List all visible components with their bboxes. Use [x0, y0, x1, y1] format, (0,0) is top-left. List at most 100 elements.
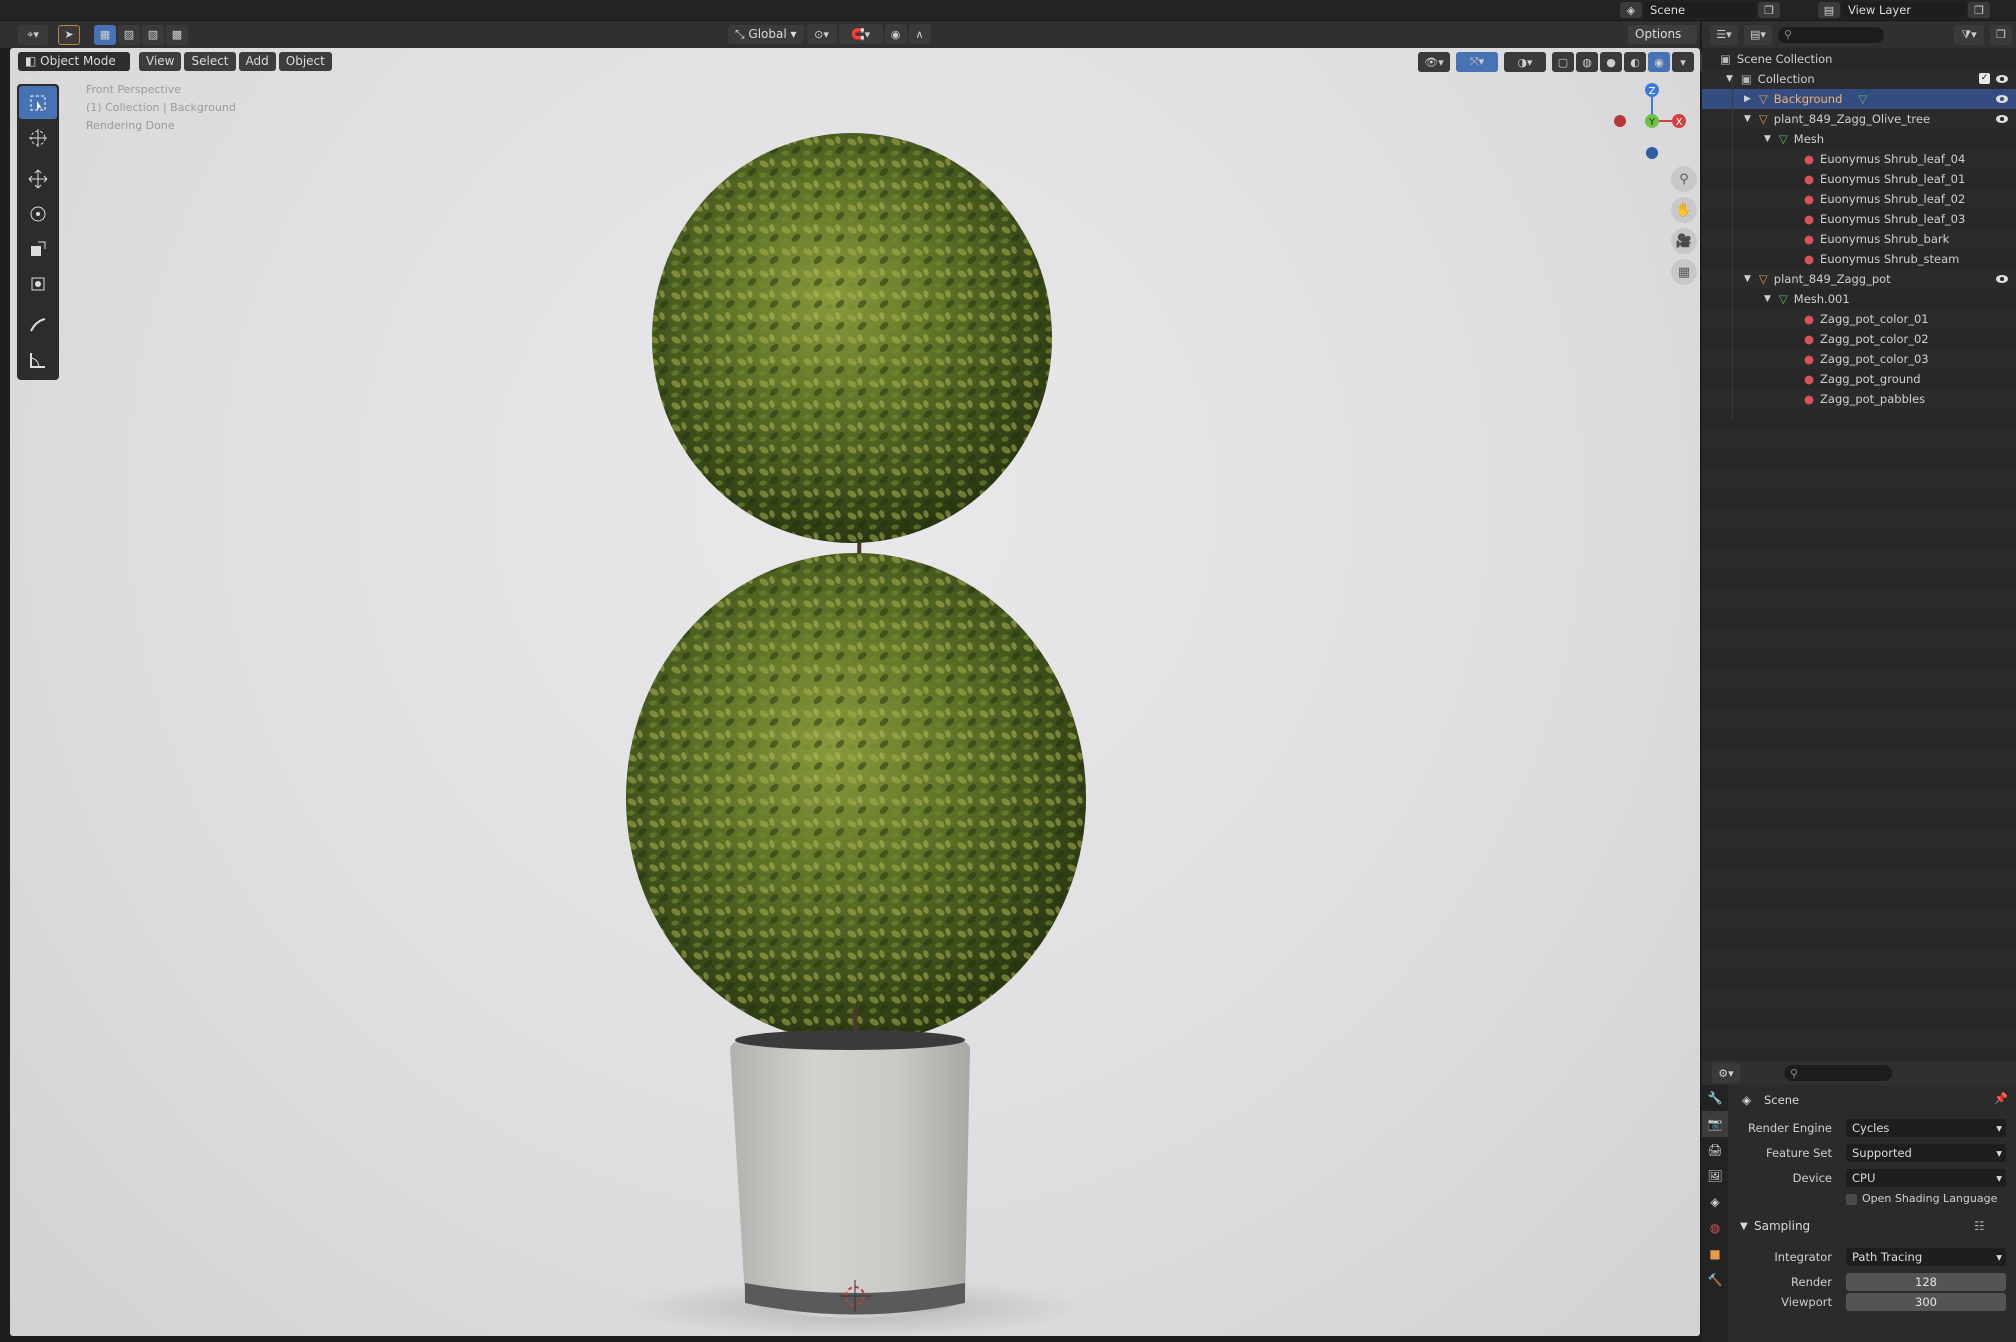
- tool-tab-icon[interactable]: 🔧: [1702, 1085, 1728, 1111]
- outliner-row-olive-tree[interactable]: ▼ ▽ plant_849_Zagg_Olive_tree: [1702, 109, 2016, 129]
- options-dropdown[interactable]: Options ▾: [1628, 25, 1697, 60]
- rotate-tool-icon[interactable]: [19, 197, 57, 230]
- outliner-row-pot[interactable]: ▼ ▽ plant_849_Zagg_pot: [1702, 269, 2016, 289]
- scale-tool-icon[interactable]: [19, 232, 57, 265]
- transform-orientation[interactable]: ⤡ Global ▾: [728, 24, 804, 44]
- eye-icon[interactable]: [1996, 273, 2008, 285]
- outliner-row-material[interactable]: ● Euonymus Shrub_leaf_02: [1702, 189, 2016, 209]
- navigation-gizmo[interactable]: Z X Y: [1607, 76, 1697, 166]
- sampling-panel-header[interactable]: Sampling: [1754, 1219, 1810, 1233]
- scene-selector[interactable]: ◈ Scene ❐: [1620, 2, 1782, 18]
- render-samples-field[interactable]: 128: [1846, 1273, 2006, 1291]
- expand-arrow-icon[interactable]: ▶: [1744, 89, 1751, 109]
- presets-list-icon[interactable]: ☷: [1974, 1219, 1985, 1233]
- sampling-expand-icon[interactable]: ▼: [1740, 1221, 1748, 1232]
- outliner-row-material[interactable]: ● Euonymus Shrub_steam: [1702, 249, 2016, 269]
- visibility-icon[interactable]: 👁▾: [1418, 52, 1450, 72]
- proportional-edit-icon[interactable]: ◉: [884, 24, 907, 44]
- camera-view-icon[interactable]: 🎥: [1671, 228, 1697, 254]
- exclude-checkbox[interactable]: ✓: [1979, 73, 1990, 84]
- view-layer-tab-icon[interactable]: 🖼: [1702, 1163, 1728, 1189]
- measure-tool-icon[interactable]: [19, 343, 57, 376]
- viewport-gizmos-icon[interactable]: ⤧▾: [1456, 52, 1498, 72]
- device-dropdown[interactable]: CPU ▾: [1846, 1169, 2006, 1187]
- overlays-icon[interactable]: ◑▾: [1504, 52, 1546, 72]
- eye-icon[interactable]: [1996, 93, 2008, 105]
- outliner-row-mesh[interactable]: ▼ ▽ Mesh: [1702, 129, 2016, 149]
- expand-arrow-icon[interactable]: ▼: [1764, 289, 1771, 309]
- pin-icon[interactable]: 📌: [1994, 1092, 2008, 1105]
- cursor-tool-icon[interactable]: [19, 121, 57, 154]
- integrator-dropdown[interactable]: Path Tracing ▾: [1846, 1248, 2006, 1266]
- osl-checkbox[interactable]: [1846, 1194, 1857, 1205]
- outliner-row-material[interactable]: ● Euonymus Shrub_leaf_03: [1702, 209, 2016, 229]
- pivot-point-icon[interactable]: ⊙▾: [806, 24, 837, 44]
- world-tab-icon[interactable]: ◍: [1702, 1215, 1728, 1241]
- xray-icon[interactable]: ▢: [1552, 52, 1574, 72]
- transform-tool-icon[interactable]: [19, 267, 57, 300]
- annotate-tool-icon[interactable]: [19, 308, 57, 341]
- view-layer-selector[interactable]: ▤ View Layer ❐: [1818, 2, 1992, 18]
- properties-search-input[interactable]: ⚲: [1784, 1065, 1892, 1081]
- scene-tab-icon[interactable]: ◈: [1702, 1189, 1728, 1215]
- gizmo-neg-z-icon[interactable]: [1646, 147, 1658, 159]
- view-layer-name[interactable]: View Layer: [1842, 2, 1966, 18]
- outliner-row-material[interactable]: ● Euonymus Shrub_leaf_04: [1702, 149, 2016, 169]
- snap-icon[interactable]: 🧲▾: [838, 24, 883, 44]
- select-tool-icon[interactable]: ➤: [58, 24, 80, 45]
- outliner[interactable]: ▣ Scene Collection ▼ ▣ Collection ✓ ▶ ▽ Backg…: [1702, 49, 2016, 1089]
- zoom-icon[interactable]: ⚲: [1671, 166, 1697, 192]
- select-mode-intersect-icon[interactable]: ▩: [166, 24, 188, 45]
- select-mode-subtract-icon[interactable]: ▧: [142, 24, 164, 45]
- outliner-row-material[interactable]: ● Euonymus Shrub_leaf_01: [1702, 169, 2016, 189]
- select-mode-new-icon[interactable]: ▦: [94, 24, 116, 45]
- shading-options-icon[interactable]: ▾: [1672, 52, 1694, 72]
- outliner-search-input[interactable]: ⚲: [1778, 26, 1884, 43]
- select-box-tool-icon[interactable]: [19, 86, 57, 119]
- outliner-row-material[interactable]: ● Zagg_pot_color_03: [1702, 349, 2016, 369]
- solid-shading-icon[interactable]: ●: [1600, 52, 1622, 72]
- menu-view[interactable]: View: [139, 51, 182, 71]
- new-view-layer-icon[interactable]: ❐: [1968, 2, 1990, 18]
- gizmo-neg-x-icon[interactable]: [1614, 115, 1626, 127]
- mode-dropdown[interactable]: ◧ Object Mode ▾: [18, 51, 130, 87]
- menu-select[interactable]: Select: [184, 51, 236, 71]
- properties-editor-icon[interactable]: ⚙▾: [1712, 1063, 1740, 1083]
- modifier-tab-icon[interactable]: 🔨: [1702, 1267, 1728, 1293]
- outliner-editor-icon[interactable]: ☰▾: [1710, 24, 1738, 45]
- render-engine-dropdown[interactable]: Cycles ▾: [1846, 1119, 2006, 1137]
- display-mode-icon[interactable]: ▤▾: [1744, 24, 1772, 45]
- viewport-samples-field[interactable]: 300: [1846, 1293, 2006, 1311]
- outliner-row-material[interactable]: ● Zagg_pot_pabbles: [1702, 389, 2016, 409]
- outliner-row-material[interactable]: ● Zagg_pot_color_01: [1702, 309, 2016, 329]
- new-scene-icon[interactable]: ❐: [1758, 2, 1780, 18]
- outliner-row-scene-collection[interactable]: ▣ Scene Collection: [1702, 49, 2016, 69]
- outliner-row-mesh-001[interactable]: ▼ ▽ Mesh.001: [1702, 289, 2016, 309]
- editor-type-icon[interactable]: ⌖▾: [18, 24, 48, 45]
- outliner-row-material[interactable]: ● Euonymus Shrub_bark: [1702, 229, 2016, 249]
- output-tab-icon[interactable]: 🖨: [1702, 1137, 1728, 1163]
- move-tool-icon[interactable]: [19, 162, 57, 195]
- outliner-row-material[interactable]: ● Zagg_pot_ground: [1702, 369, 2016, 389]
- expand-arrow-icon[interactable]: ▼: [1764, 129, 1771, 149]
- eye-icon[interactable]: [1996, 113, 2008, 125]
- outliner-row-background[interactable]: ▶ ▽ Background ▽: [1702, 89, 2016, 109]
- ortho-grid-icon[interactable]: ▦: [1671, 259, 1697, 285]
- object-tab-icon[interactable]: ■: [1702, 1241, 1728, 1267]
- feature-set-dropdown[interactable]: Supported ▾: [1846, 1144, 2006, 1162]
- pan-hand-icon[interactable]: ✋: [1671, 197, 1697, 223]
- select-mode-extend-icon[interactable]: ▨: [118, 24, 140, 45]
- rendered-shading-icon[interactable]: ◉: [1648, 52, 1670, 72]
- expand-arrow-icon[interactable]: ▼: [1744, 269, 1751, 289]
- render-tab-icon[interactable]: 📷: [1702, 1111, 1728, 1137]
- wireframe-shading-icon[interactable]: ◍: [1576, 52, 1598, 72]
- outliner-row-collection[interactable]: ▼ ▣ Collection ✓: [1702, 69, 2016, 89]
- scene-name[interactable]: Scene: [1644, 2, 1756, 18]
- new-collection-icon[interactable]: ❐: [1990, 24, 2012, 45]
- expand-arrow-icon[interactable]: ▼: [1744, 109, 1751, 129]
- material-shading-icon[interactable]: ◐: [1624, 52, 1646, 72]
- filter-icon[interactable]: ⧩▾: [1954, 24, 1984, 45]
- menu-add[interactable]: Add: [238, 51, 276, 71]
- menu-object[interactable]: Object: [278, 51, 332, 71]
- falloff-icon[interactable]: ∧: [908, 24, 931, 44]
